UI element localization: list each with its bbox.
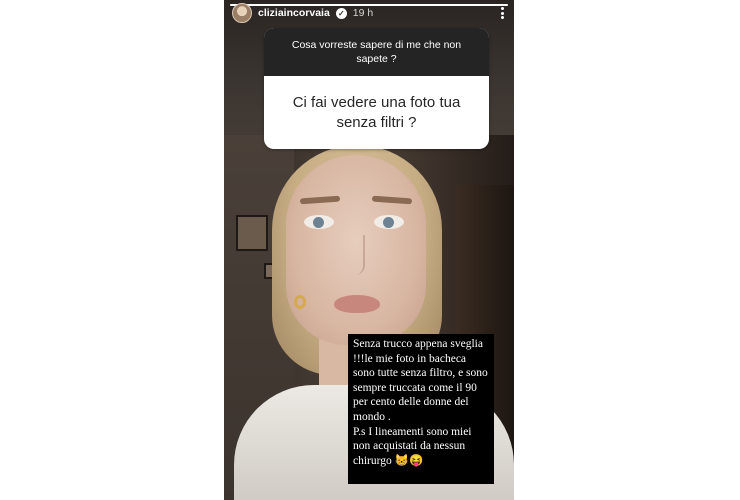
wall-picture-frame [236, 215, 268, 251]
verified-badge-icon: ✓ [335, 7, 347, 19]
earring [294, 295, 306, 309]
story-caption: Senza trucco appena sveglia !!!le mie fo… [348, 334, 494, 484]
left-eye [304, 215, 334, 229]
avatar[interactable] [232, 3, 252, 23]
right-eye [374, 215, 404, 229]
username[interactable]: cliziaincorvaia [258, 7, 330, 19]
caption-ps: P.s I lineamenti sono miei non acquistat… [353, 425, 472, 467]
question-prompt: Cosa vorreste sapere di me che non sapet… [264, 28, 489, 76]
story-viewer[interactable]: cliziaincorvaia ✓ 19 h Cosa vorreste sap… [224, 0, 514, 500]
nose [347, 235, 365, 275]
caption-text: Senza trucco appena sveglia !!!le mie fo… [353, 338, 488, 423]
post-time: 19 h [352, 7, 374, 19]
story-header: cliziaincorvaia ✓ 19 h [232, 2, 508, 24]
lips [334, 295, 380, 313]
question-answer: Ci fai vedere una foto tua senza filtri … [292, 93, 461, 131]
more-vertical-icon[interactable] [496, 5, 508, 21]
question-sticker[interactable]: Cosa vorreste sapere di me che non sapet… [264, 28, 489, 149]
